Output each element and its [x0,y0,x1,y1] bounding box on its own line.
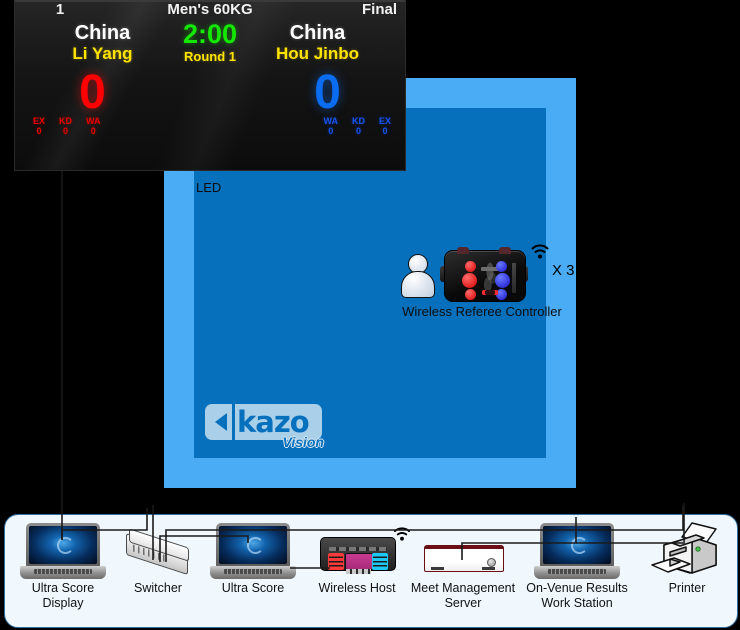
wireless-host-keypad [346,569,371,574]
red-score: 0 [79,66,106,119]
controller-red-button-2[interactable] [462,273,477,288]
device-printer[interactable]: Printer [627,519,740,596]
penalty-cell: EX 0 [379,116,391,137]
red-penalty-group: EX 0 KD 0 WA 0 [33,116,101,137]
printer-icon [627,519,740,579]
penalty-cell: WA 0 [323,116,338,137]
device-panel: Ultra Score Display Switcher Ultra Score [4,514,738,628]
phase-label: Final [361,1,397,18]
logo-subtitle: Vision [282,434,325,450]
laptop-keyboard [224,569,282,574]
controller-shoulder-button-left[interactable] [457,247,469,254]
controller-red-button-3[interactable] [465,289,476,300]
penalty-value: 0 [36,126,42,136]
controller-red-button-1[interactable] [465,261,476,272]
blue-penalty-group: WA 0 KD 0 EX 0 [323,116,391,137]
laptop-screen [29,526,97,564]
controller-blue-button-1[interactable] [496,261,507,272]
device-label: On-Venue Results Work Station [526,581,628,610]
penalty-cell: WA 0 [86,116,101,137]
device-meet-management-server[interactable]: Meet Management Server [403,519,523,611]
kazo-vision-logo: kazo Vision [205,404,325,450]
penalty-value: 0 [63,126,69,136]
penalty-key: WA [323,116,338,126]
device-on-venue-results-work-station[interactable]: On-Venue Results Work Station [517,519,637,611]
penalty-value: 0 [90,126,96,136]
device-label: Meet Management Server [410,581,516,610]
wireless-host-body [320,537,396,574]
blue-athlete-name: Hou Jinbo [275,44,360,63]
wifi-icon [531,244,549,259]
blue-score: 0 [314,66,341,119]
wireless-referee-controller-group: X 3 Wireless Referee Controller [396,240,575,320]
logo-triangle-icon [215,413,227,431]
laptop-screen [543,526,611,564]
server-power-knob [487,558,496,567]
wireless-host-blue-keys [372,553,388,570]
penalty-value: 0 [355,126,361,136]
server-foot-right [482,567,495,570]
logo-notch [232,404,235,440]
controller-shoulder-button-right[interactable] [499,247,511,254]
referee-controller-icon[interactable] [440,246,528,302]
laptop-screen [219,526,287,564]
blue-noc: China [289,22,346,44]
penalty-key: EX [378,116,391,126]
wireless-host-topstrip [329,547,387,551]
server-foot-left [431,567,444,570]
referee-caption: Wireless Referee Controller [402,304,562,319]
blue-athlete-block: China Hou Jinbo [235,22,400,64]
penalty-cell: EX 0 [33,116,45,137]
device-label: Ultra Score [221,581,285,595]
led-label: LED [196,180,222,195]
wireless-host-red-keys [328,553,344,570]
event-title: Men's 60KG [167,1,253,18]
penalty-key: WA [86,116,101,126]
led-scoreboard: 1 Men's 60KG Final China Li Yang 2:00 Ro… [15,0,405,170]
controller-blue-button-2[interactable] [495,273,510,288]
server-icon [403,519,523,579]
controller-side-text [512,263,516,293]
penalty-key: KD [59,116,73,126]
device-wireless-host[interactable]: Wireless Host [297,519,417,596]
wireless-host-icon [297,519,417,579]
device-label: Wireless Host [318,581,396,595]
controller-status-leds [482,290,498,295]
laptop-icon [193,519,313,579]
laptop-lid [216,523,290,567]
device-label: Printer [668,581,706,595]
penalty-key: KD [351,116,365,126]
controller-shell [444,250,526,302]
laptop-lid [540,523,614,567]
device-ultra-score[interactable]: Ultra Score [193,519,313,596]
laptop-icon [517,519,637,579]
scoreboard-header-row: 1 Men's 60KG Final [15,0,405,20]
person-icon [400,254,435,298]
wireless-host-lcd [345,553,373,570]
laptop-lid [26,523,100,567]
laptop-keyboard [548,569,606,574]
person-body [401,271,435,298]
penalty-cell: KD 0 [59,116,72,137]
penalty-key: EX [33,116,46,126]
referee-count-label: X 3 [552,262,575,279]
laptop-keyboard [34,569,92,574]
penalty-value: 0 [328,126,334,136]
penalty-value: 0 [382,126,388,136]
penalty-cell: KD 0 [352,116,365,137]
